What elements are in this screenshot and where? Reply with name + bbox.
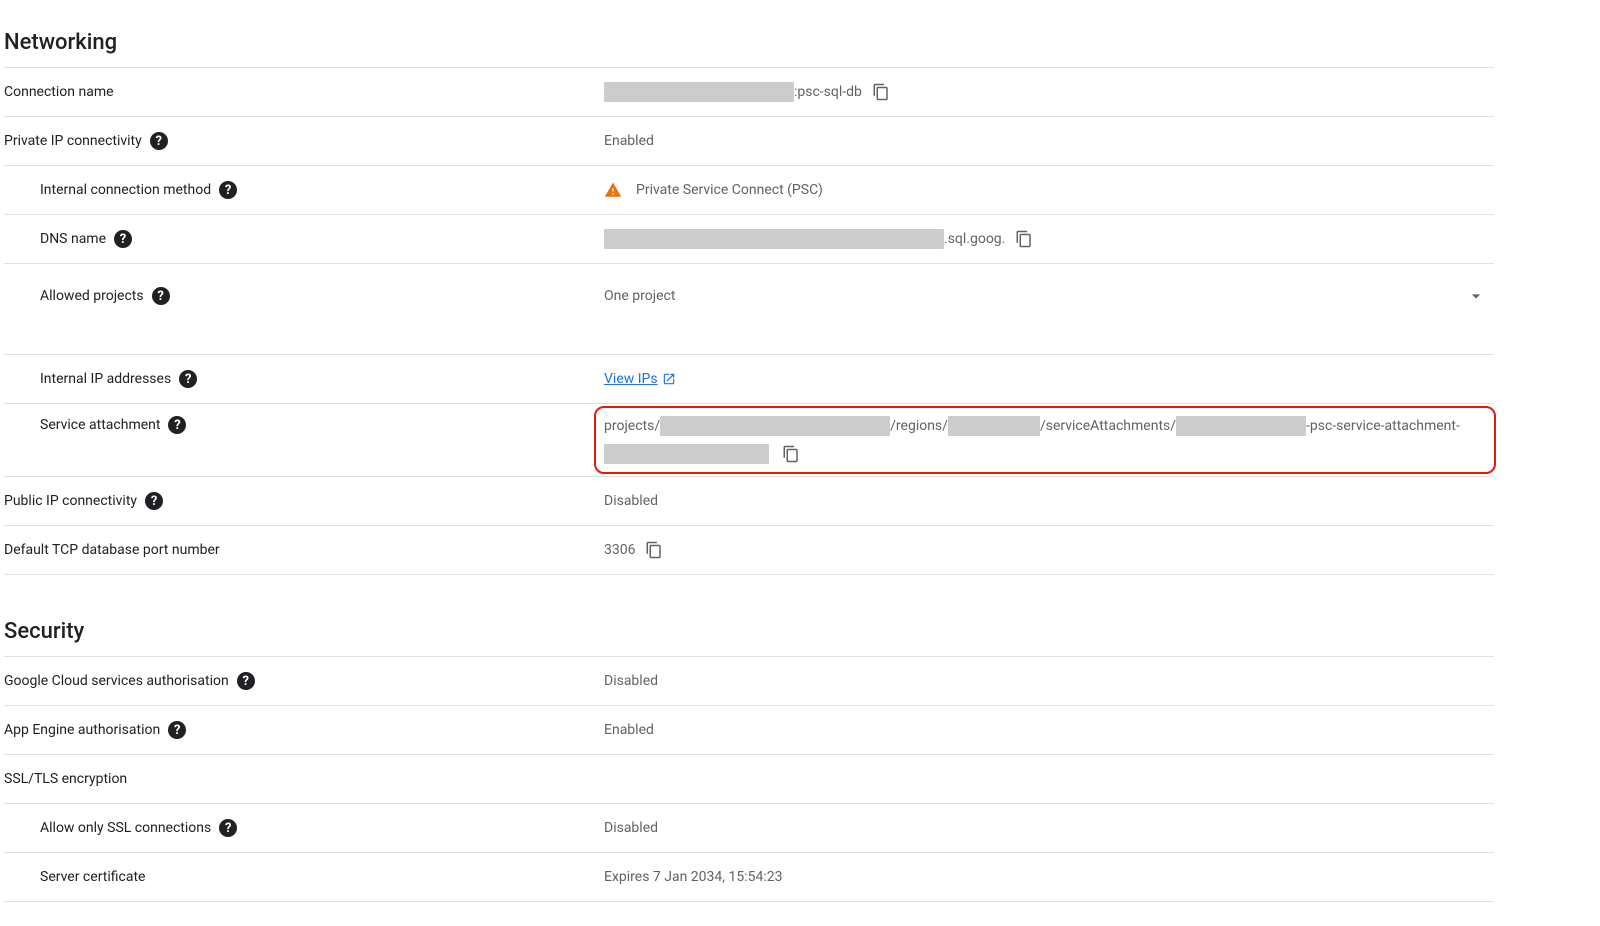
help-icon[interactable]: ?: [219, 181, 237, 199]
server-cert-label: Server certificate: [40, 869, 145, 885]
service-attachment-text-4: -psc-service-attachment-: [1306, 418, 1460, 434]
service-attachment-text-1: projects/: [604, 418, 660, 434]
help-icon[interactable]: ?: [152, 287, 170, 305]
allowed-projects-label: Allowed projects: [40, 288, 144, 304]
default-port-value: 3306: [604, 539, 635, 561]
help-icon[interactable]: ?: [168, 416, 186, 434]
row-dns-name: DNS name ? .sql.goog.: [4, 214, 1494, 263]
ssl-tls-label: SSL/TLS encryption: [4, 771, 127, 787]
row-public-ip: Public IP connectivity ? Disabled: [4, 476, 1494, 525]
view-ips-link[interactable]: View IPs: [604, 368, 676, 390]
service-attachment-text-2: /regions/: [890, 418, 948, 434]
row-allow-ssl-only: Allow only SSL connections ? Disabled: [4, 803, 1494, 852]
allow-ssl-only-label: Allow only SSL connections: [40, 820, 211, 836]
copy-icon[interactable]: [1015, 230, 1033, 248]
service-attachment-redacted-4: [604, 444, 769, 464]
help-icon[interactable]: ?: [168, 721, 186, 739]
row-gcloud-auth: Google Cloud services authorisation ? Di…: [4, 656, 1494, 705]
row-default-port: Default TCP database port number 3306: [4, 525, 1494, 575]
help-icon[interactable]: ?: [114, 230, 132, 248]
row-allowed-projects[interactable]: Allowed projects ? One project: [4, 263, 1494, 328]
row-connection-name: Connection name :psc-sql-db: [4, 67, 1494, 116]
help-icon[interactable]: ?: [150, 132, 168, 150]
chevron-down-icon[interactable]: [1466, 286, 1486, 306]
row-private-ip: Private IP connectivity ? Enabled: [4, 116, 1494, 165]
connection-name-redacted: [604, 82, 794, 102]
allowed-projects-value: One project: [604, 285, 675, 307]
row-service-attachment: Service attachment ? projects/ /regions/ /…: [4, 403, 1494, 476]
copy-icon[interactable]: [872, 83, 890, 101]
connection-name-label: Connection name: [4, 84, 114, 100]
private-ip-value: Enabled: [604, 130, 654, 152]
security-heading: Security: [4, 619, 1494, 644]
internal-ips-label: Internal IP addresses: [40, 371, 171, 387]
appengine-auth-value: Enabled: [604, 719, 654, 741]
row-server-cert: Server certificate Expires 7 Jan 2034, 1…: [4, 852, 1494, 902]
warning-icon: [604, 181, 622, 199]
service-attachment-redacted-1: [660, 416, 890, 436]
allow-ssl-only-value: Disabled: [604, 817, 658, 839]
row-internal-method: Internal connection method ? Private Ser…: [4, 165, 1494, 214]
copy-icon[interactable]: [782, 445, 800, 463]
networking-heading: Networking: [4, 30, 1494, 55]
gcloud-auth-value: Disabled: [604, 670, 658, 692]
row-ssl-tls: SSL/TLS encryption: [4, 754, 1494, 803]
dns-name-redacted: [604, 229, 944, 249]
help-icon[interactable]: ?: [179, 370, 197, 388]
connection-name-value: :psc-sql-db: [794, 81, 862, 103]
gcloud-auth-label: Google Cloud services authorisation: [4, 673, 229, 689]
service-attachment-redacted-2: [948, 416, 1040, 436]
copy-icon[interactable]: [645, 541, 663, 559]
service-attachment-text-3: /serviceAttachments/: [1040, 418, 1176, 434]
service-attachment-redacted-3: [1176, 416, 1306, 436]
service-attachment-label: Service attachment: [40, 417, 160, 433]
dns-name-value: .sql.goog.: [944, 228, 1005, 250]
default-port-label: Default TCP database port number: [4, 542, 220, 558]
row-appengine-auth: App Engine authorisation ? Enabled: [4, 705, 1494, 754]
public-ip-label: Public IP connectivity: [4, 493, 137, 509]
public-ip-value: Disabled: [604, 490, 658, 512]
appengine-auth-label: App Engine authorisation: [4, 722, 160, 738]
internal-method-label: Internal connection method: [40, 182, 211, 198]
view-ips-link-text: View IPs: [604, 368, 658, 390]
help-icon[interactable]: ?: [237, 672, 255, 690]
private-ip-label: Private IP connectivity: [4, 133, 142, 149]
server-cert-value: Expires 7 Jan 2034, 15:54:23: [604, 866, 782, 888]
row-internal-ips: Internal IP addresses ? View IPs: [4, 354, 1494, 403]
help-icon[interactable]: ?: [145, 492, 163, 510]
internal-method-value: Private Service Connect (PSC): [636, 179, 823, 201]
dns-name-label: DNS name: [40, 231, 106, 247]
external-link-icon: [662, 372, 676, 386]
